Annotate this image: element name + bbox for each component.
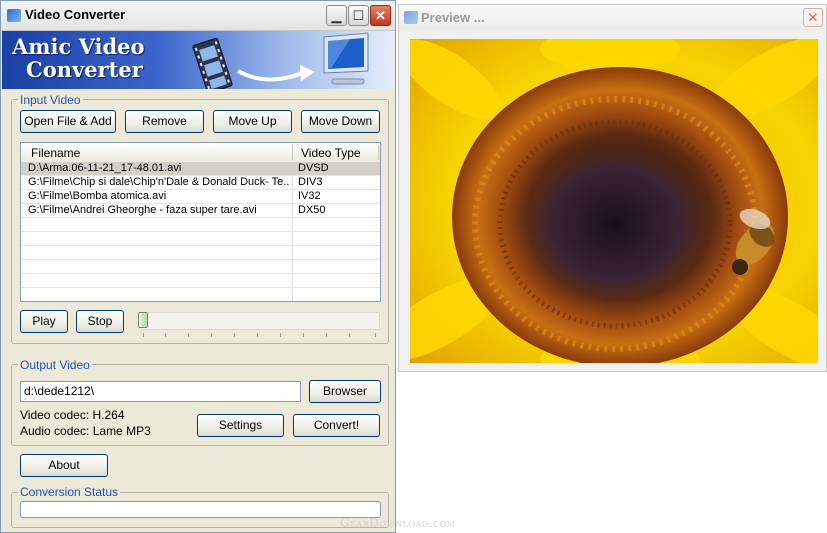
column-divider[interactable]	[292, 145, 293, 160]
row-filename: G:\Filme\Andrei Gheorghe - faza super ta…	[28, 204, 257, 216]
play-button[interactable]: Play	[20, 310, 68, 333]
browser-button[interactable]: Browser	[309, 380, 381, 403]
seek-slider-thumb[interactable]	[138, 312, 148, 328]
conversion-status-label: Conversion Status	[18, 485, 121, 499]
title-bar[interactable]: Video Converter ▁ ☐ ✕	[1, 1, 395, 31]
slider-tick	[143, 333, 144, 337]
slider-tick	[165, 333, 166, 337]
app-icon	[404, 11, 418, 24]
monitor-icon	[323, 32, 369, 85]
maximize-button[interactable]: ☐	[348, 5, 369, 26]
table-row[interactable]: D:\Arma.06-11-21_17-48.01.avi DVSD	[21, 162, 380, 176]
remove-button[interactable]: Remove	[125, 110, 204, 133]
preview-title-bar[interactable]: Preview ... ✕	[399, 5, 826, 30]
about-button[interactable]: About	[20, 454, 108, 477]
row-video-type: DVSD	[298, 162, 329, 174]
output-video-label: Output Video	[18, 358, 92, 372]
seek-slider[interactable]	[141, 312, 380, 330]
table-row[interactable]: G:\Filme\Bomba atomica.avi IV32	[21, 190, 380, 204]
film-strip-icon	[192, 37, 233, 89]
file-list[interactable]: Filename Video Type D:\Arma.06-11-21_17-…	[20, 142, 381, 302]
minimize-button[interactable]: ▁	[326, 5, 347, 26]
move-down-button[interactable]: Move Down	[301, 110, 380, 133]
main-window: Video Converter ▁ ☐ ✕ Amic Video Convert…	[0, 0, 396, 533]
slider-tick	[326, 333, 327, 337]
conversion-progress-bar	[20, 501, 381, 518]
settings-button[interactable]: Settings	[197, 414, 284, 437]
window-title: Video Converter	[25, 7, 126, 22]
list-header: Filename Video Type	[21, 143, 380, 163]
column-header-video-type[interactable]: Video Type	[301, 146, 361, 160]
slider-tick	[349, 333, 350, 337]
watermark: GearDownload.com	[340, 516, 456, 530]
input-video-label: Input Video	[18, 93, 83, 107]
slider-tick	[188, 333, 189, 337]
convert-button[interactable]: Convert!	[293, 414, 380, 437]
empty-row	[21, 232, 380, 246]
video-codec-label: Video codec: H.264	[20, 408, 125, 422]
slider-tick	[375, 333, 376, 337]
row-filename: G:\Filme\Chip si dale\Chip'n'Dale & Dona…	[28, 176, 290, 188]
empty-row	[21, 260, 380, 274]
preview-close-button[interactable]: ✕	[803, 8, 823, 27]
slider-tick	[303, 333, 304, 337]
app-banner: Amic Video Converter	[2, 31, 394, 89]
empty-row	[21, 288, 380, 301]
row-filename: D:\Arma.06-11-21_17-48.01.avi	[28, 162, 182, 174]
row-video-type: IV32	[298, 190, 321, 202]
slider-tick	[234, 333, 235, 337]
row-video-type: DX50	[298, 204, 326, 216]
arrow-icon	[237, 69, 303, 82]
row-filename: G:\Filme\Bomba atomica.avi	[28, 190, 167, 202]
slider-tick	[257, 333, 258, 337]
close-button[interactable]: ✕	[370, 5, 391, 26]
stop-button[interactable]: Stop	[76, 310, 124, 333]
film-to-monitor-graphic	[192, 32, 369, 89]
column-divider[interactable]	[378, 145, 379, 160]
slider-tick	[280, 333, 281, 337]
move-up-button[interactable]: Move Up	[213, 110, 292, 133]
preview-window: Preview ... ✕	[398, 4, 827, 372]
audio-codec-label: Audio codec: Lame MP3	[20, 424, 151, 438]
column-header-filename[interactable]: Filename	[31, 146, 80, 160]
open-file-add-button[interactable]: Open File & Add	[20, 110, 116, 133]
preview-window-title: Preview ...	[421, 10, 485, 25]
app-icon	[7, 9, 21, 22]
preview-video-frame	[410, 39, 818, 363]
table-row[interactable]: G:\Filme\Chip si dale\Chip'n'Dale & Dona…	[21, 176, 380, 190]
empty-row	[21, 218, 380, 232]
empty-row	[21, 274, 380, 288]
table-row[interactable]: G:\Filme\Andrei Gheorghe - faza super ta…	[21, 204, 380, 218]
empty-row	[21, 246, 380, 260]
slider-tick	[211, 333, 212, 337]
row-video-type: DIV3	[298, 176, 323, 188]
output-path-input[interactable]: d:\dede1212\	[20, 381, 301, 402]
